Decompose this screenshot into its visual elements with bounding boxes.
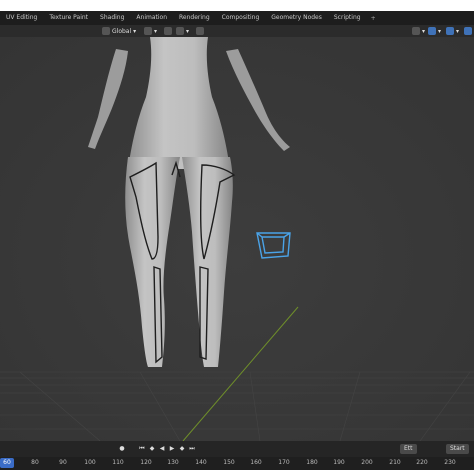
orientation-label: Global — [112, 27, 132, 35]
timeline-controls: ● ⏮ ◆ ◀ ▶ ◆ ⏭ Ett Start — [0, 441, 474, 457]
frame-tick: 90 — [59, 459, 67, 466]
frame-tick: 130 — [167, 459, 179, 466]
blender-window: UV Editing Texture Paint Shading Animati… — [0, 11, 474, 470]
overlays-toggle[interactable]: ▾ — [446, 26, 459, 36]
tab-uv-editing[interactable]: UV Editing — [0, 11, 43, 25]
keyframe-dot-icon[interactable]: ● — [118, 444, 126, 454]
frame-tick: 230 — [444, 459, 456, 466]
tab-compositing[interactable]: Compositing — [216, 11, 266, 25]
eye-icon — [412, 27, 420, 35]
frame-tick: 190 — [333, 459, 345, 466]
start-frame-field[interactable]: Start — [446, 444, 469, 454]
proportional-edit-icon — [196, 27, 204, 35]
frame-tick: 220 — [416, 459, 428, 466]
tab-animation[interactable]: Animation — [130, 11, 173, 25]
next-keyframe-icon[interactable]: ◆ — [178, 444, 186, 454]
chevron-down-icon: ▾ — [422, 27, 426, 35]
orientation-icon — [102, 27, 110, 35]
chevron-down-icon: ▾ — [154, 27, 158, 35]
snap-target-dropdown[interactable]: ▾ — [176, 26, 189, 36]
proportional-edit-toggle[interactable] — [196, 26, 206, 36]
frame-tick: 200 — [361, 459, 373, 466]
frame-tick: 150 — [223, 459, 235, 466]
viewport-header: Global ▾ ▾ ▾ ▾ ▾ ▾ — [0, 25, 474, 37]
mode-field[interactable]: Ett — [400, 444, 417, 454]
play-reverse-icon[interactable]: ◀ — [158, 444, 166, 454]
overlays-icon — [446, 27, 454, 35]
snap-target-icon — [176, 27, 184, 35]
frame-tick: 170 — [278, 459, 290, 466]
tab-texture-paint[interactable]: Texture Paint — [43, 11, 94, 25]
frame-ruler[interactable]: 60 80 90 100 110 120 130 140 150 160 170… — [0, 457, 474, 470]
tab-scripting[interactable]: Scripting — [328, 11, 367, 25]
tab-shading[interactable]: Shading — [94, 11, 130, 25]
frame-tick: 210 — [389, 459, 401, 466]
chevron-down-icon: ▾ — [186, 27, 190, 35]
frame-tick: 110 — [112, 459, 124, 466]
tab-rendering[interactable]: Rendering — [173, 11, 216, 25]
snap-toggle[interactable] — [164, 26, 174, 36]
viewport-background — [0, 37, 474, 441]
frame-tick: 100 — [84, 459, 96, 466]
frame-tick: 160 — [250, 459, 262, 466]
current-frame-indicator[interactable]: 60 — [0, 458, 14, 468]
solid-shading-icon — [464, 27, 472, 35]
jump-end-icon[interactable]: ⏭ — [188, 444, 196, 454]
prev-keyframe-icon[interactable]: ◆ — [148, 444, 156, 454]
frame-tick: 140 — [195, 459, 207, 466]
viewport-canvas — [0, 37, 474, 441]
gizmo-toggle[interactable]: ▾ — [428, 26, 441, 36]
visibility-dropdown[interactable]: ▾ — [412, 26, 425, 36]
add-workspace-button[interactable]: + — [367, 15, 380, 22]
gizmo-icon — [428, 27, 436, 35]
shading-mode-button[interactable] — [464, 26, 474, 36]
chevron-down-icon: ▾ — [133, 27, 137, 35]
3d-viewport[interactable] — [0, 37, 474, 441]
workspace-tabs: UV Editing Texture Paint Shading Animati… — [0, 11, 474, 25]
frame-tick: 80 — [31, 459, 39, 466]
frame-tick: 120 — [140, 459, 152, 466]
jump-start-icon[interactable]: ⏮ — [138, 444, 146, 454]
transform-orientation-dropdown[interactable]: Global ▾ — [102, 26, 136, 36]
tab-geometry-nodes[interactable]: Geometry Nodes — [265, 11, 328, 25]
pivot-icon — [144, 27, 152, 35]
frame-tick: 180 — [306, 459, 318, 466]
snap-icon — [164, 27, 172, 35]
chevron-down-icon: ▾ — [438, 27, 442, 35]
pivot-point-dropdown[interactable]: ▾ — [144, 26, 157, 36]
play-icon[interactable]: ▶ — [168, 444, 176, 454]
chevron-down-icon: ▾ — [456, 27, 460, 35]
